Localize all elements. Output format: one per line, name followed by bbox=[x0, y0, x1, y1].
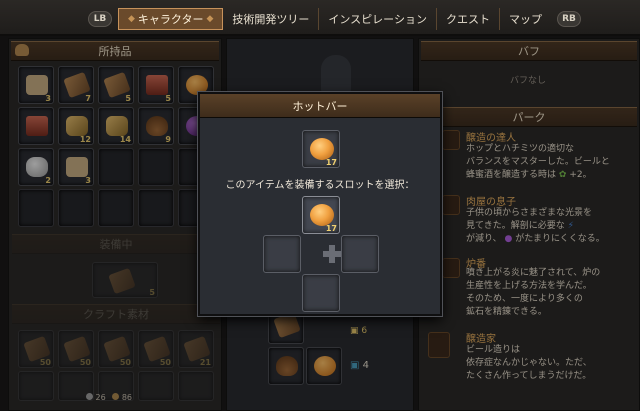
hotbar-slot-down[interactable] bbox=[302, 274, 340, 312]
tab-character[interactable]: ◆ キャラクター ◆ bbox=[118, 8, 224, 30]
bread-item-icon bbox=[310, 204, 334, 226]
hotbar-prompt: このアイテムを装備するスロットを選択： bbox=[225, 180, 415, 191]
selected-item-slot: 17 bbox=[302, 130, 340, 168]
hotbar-slot-left[interactable] bbox=[263, 235, 301, 273]
lb-button[interactable]: LB bbox=[88, 11, 112, 27]
tab-strip: LB ◆ キャラクター ◆ 技術開発ツリー インスピレーション クエスト マップ… bbox=[88, 8, 581, 30]
rb-button[interactable]: RB bbox=[556, 11, 581, 27]
top-tab-bar: LB ◆ キャラクター ◆ 技術開発ツリー インスピレーション クエスト マップ… bbox=[0, 0, 640, 36]
tab-quest[interactable]: クエスト bbox=[437, 8, 500, 30]
hotbar-dialog: ホットバー 17 このアイテムを装備するスロットを選択： 17 bbox=[198, 92, 442, 316]
hotbar-slot-up[interactable]: 17 bbox=[302, 196, 340, 234]
bread-item-icon bbox=[310, 138, 334, 160]
dpad-icon bbox=[322, 244, 342, 264]
tab-map[interactable]: マップ bbox=[500, 8, 551, 30]
hotbar-dialog-title: ホットバー bbox=[200, 94, 440, 118]
tab-inspiration[interactable]: インスピレーション bbox=[319, 8, 437, 30]
tab-diamond-icon: ◆ bbox=[128, 14, 135, 24]
tab-diamond-icon: ◆ bbox=[206, 14, 214, 24]
hotbar-slot-right[interactable] bbox=[341, 235, 379, 273]
tab-tech-tree[interactable]: 技術開発ツリー bbox=[223, 8, 320, 30]
